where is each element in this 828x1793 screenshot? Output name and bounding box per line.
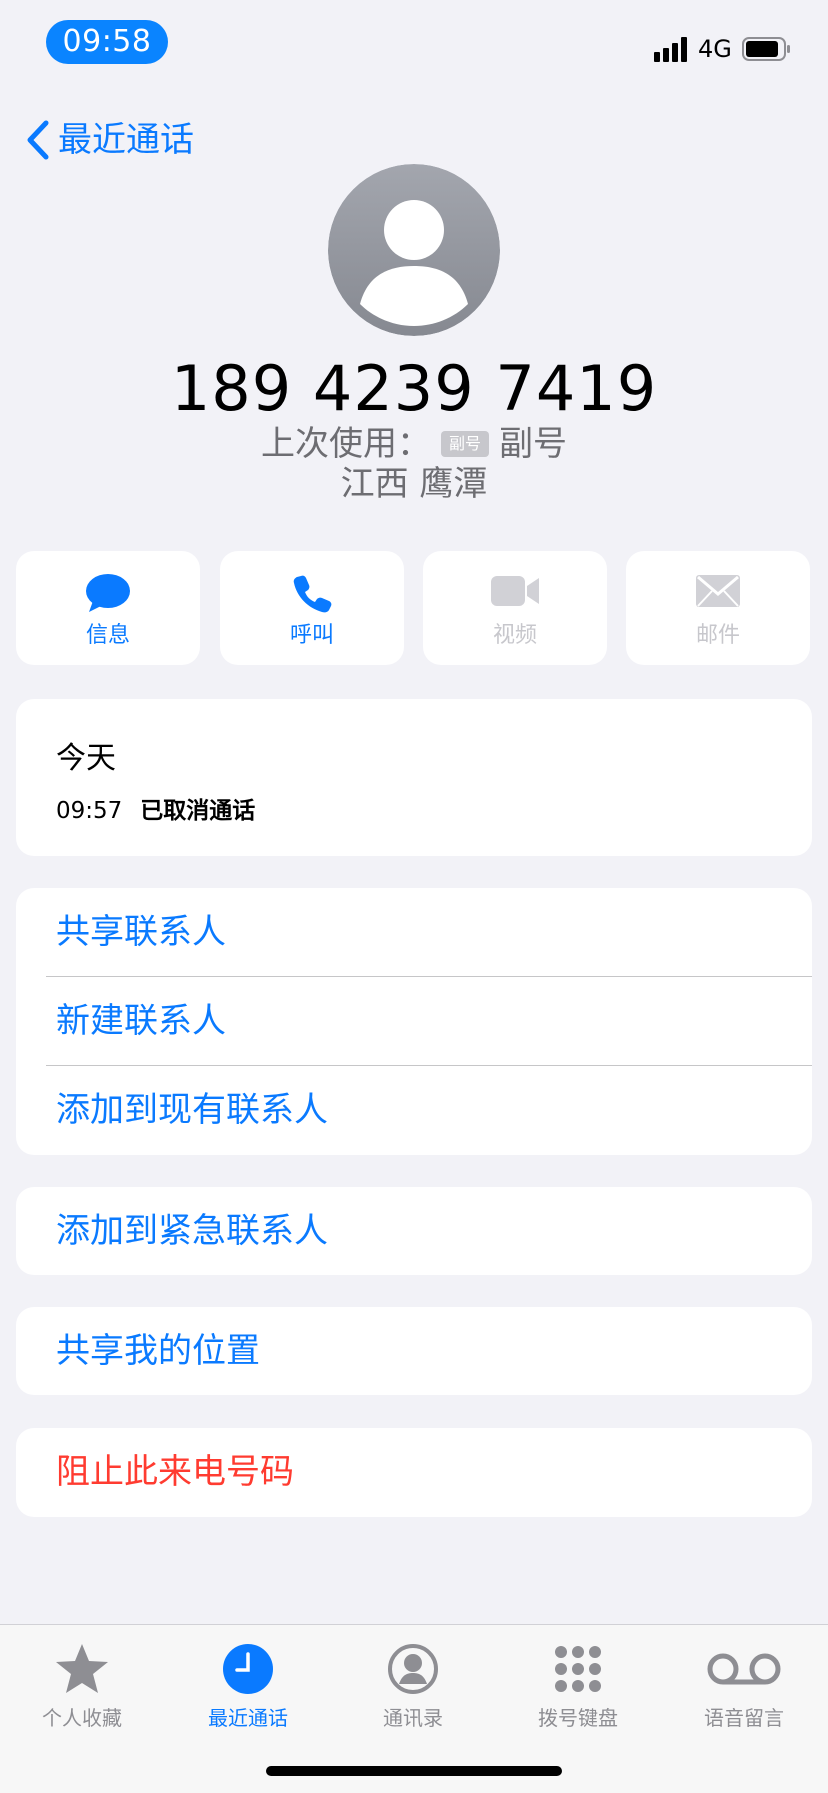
clock-icon	[223, 1644, 273, 1694]
back-label: 最近通话	[58, 120, 194, 160]
mail-button[interactable]: 邮件	[626, 551, 810, 665]
block-caller-label: 阻止此来电号码	[56, 1452, 294, 1492]
mail-label: 邮件	[695, 623, 740, 648]
keypad-icon	[555, 1646, 601, 1692]
message-button[interactable]: 信息	[16, 551, 200, 665]
tab-contacts[interactable]: 通讯录	[343, 1641, 483, 1731]
call-day: 今天	[56, 741, 116, 776]
contact-location: 江西 鹰潭	[340, 464, 488, 504]
back-button[interactable]: 最近通话	[24, 118, 194, 162]
video-icon	[491, 576, 539, 606]
last-used-prefix: 上次使用：	[260, 424, 431, 464]
emergency-contact-label: 添加到紧急联系人	[56, 1211, 328, 1251]
tab-voicemail-label: 语音留言	[704, 1706, 784, 1730]
tab-recents-label: 最近通话	[208, 1706, 288, 1730]
message-icon	[86, 574, 130, 612]
phone-icon	[293, 575, 332, 613]
battery-icon	[742, 37, 790, 61]
phone-number: 189 4239 7419	[170, 352, 658, 425]
contact-avatar	[328, 164, 500, 336]
home-indicator	[266, 1766, 562, 1776]
emergency-contact-row: 添加到紧急联系人	[56, 1187, 812, 1275]
call-button[interactable]: 呼叫	[220, 551, 404, 665]
call-label: 呼叫	[289, 623, 334, 648]
call-status: 已取消通话	[140, 798, 256, 824]
call-time: 09:57	[56, 798, 123, 824]
tab-voicemail[interactable]: 语音留言	[674, 1641, 814, 1731]
new-contact-label: 新建联系人	[56, 1001, 226, 1041]
signal-icon	[654, 37, 687, 62]
message-label: 信息	[85, 623, 130, 648]
video-label: 视频	[492, 623, 537, 648]
star-icon	[56, 1644, 108, 1693]
video-button[interactable]: 视频	[423, 551, 607, 665]
line-badge: 副号	[440, 431, 489, 457]
mail-icon	[696, 575, 740, 607]
new-contact-row[interactable]: 新建联系人	[56, 977, 812, 1065]
network-type: 4G	[698, 35, 732, 63]
add-existing-contact-row[interactable]: 添加到现有联系人	[56, 1066, 812, 1154]
share-location-row: 共享我的位置	[56, 1307, 812, 1395]
status-time: 09:58	[46, 20, 168, 64]
tab-contacts-label: 通讯录	[383, 1706, 443, 1730]
last-used-line: 上次使用： 副号 副号	[0, 422, 828, 466]
contact-options-card: 共享联系人 新建联系人 添加到现有联系人	[16, 888, 812, 1155]
recent-calls-card: 今天 09:57 已取消通话	[16, 699, 812, 856]
chevron-left-icon	[27, 120, 49, 160]
share-location-label: 共享我的位置	[56, 1331, 260, 1371]
person-silhouette-icon	[328, 164, 500, 336]
last-used-line-name: 副号	[499, 424, 567, 464]
share-contact-label: 共享联系人	[56, 912, 226, 952]
voicemail-icon	[707, 1653, 781, 1685]
call-entry: 09:57 已取消通话	[56, 795, 255, 827]
share-contact-row[interactable]: 共享联系人	[56, 888, 812, 976]
tab-keypad[interactable]: 拨号键盘	[508, 1641, 648, 1731]
share-location-card[interactable]: 共享我的位置	[16, 1307, 812, 1395]
emergency-contact-card[interactable]: 添加到紧急联系人	[16, 1187, 812, 1275]
tab-favorites[interactable]: 个人收藏	[12, 1641, 152, 1731]
tab-favorites-label: 个人收藏	[42, 1706, 122, 1730]
block-caller-card[interactable]: 阻止此来电号码	[16, 1428, 812, 1517]
tab-keypad-label: 拨号键盘	[538, 1706, 618, 1730]
add-existing-contact-label: 添加到现有联系人	[56, 1090, 328, 1130]
contacts-icon	[388, 1644, 438, 1694]
block-caller-row: 阻止此来电号码	[56, 1428, 812, 1516]
tab-recents[interactable]: 最近通话	[178, 1641, 318, 1731]
